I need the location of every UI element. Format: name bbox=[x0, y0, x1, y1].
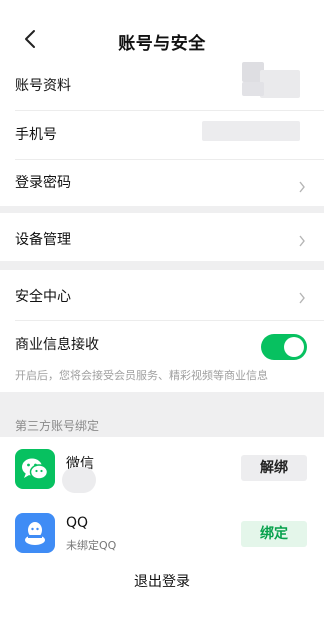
logout-row: 退出登录 bbox=[0, 565, 324, 641]
avatar-blur-2 bbox=[260, 70, 300, 98]
chevron-right-icon bbox=[298, 178, 306, 193]
login-password-row[interactable]: 登录密码 bbox=[0, 160, 324, 206]
unbind-button[interactable]: 解绑 bbox=[241, 455, 307, 481]
device-management-row[interactable]: 设备管理 bbox=[0, 213, 324, 261]
account-group: 账号资料 手机号 登录密码 bbox=[0, 62, 324, 206]
login-password-label: 登录密码 bbox=[15, 175, 71, 191]
qq-bind-row: QQ 未绑定QQ 绑定 bbox=[0, 501, 324, 565]
third-party-section-title: 第三方账号绑定 bbox=[15, 419, 100, 433]
business-info-description: 开启后，您将会接受会员服务、精彩视频等商业信息 bbox=[15, 369, 268, 382]
toggle-knob bbox=[284, 337, 304, 357]
header: 账号与安全 bbox=[0, 0, 324, 74]
security-center-label: 安全中心 bbox=[15, 289, 71, 305]
wechat-icon bbox=[15, 449, 55, 489]
avatar-blur-3 bbox=[242, 82, 264, 96]
security-group: 安全中心 商业信息接收 开启后，您将会接受会员服务、精彩视频等商业信息 bbox=[0, 270, 324, 392]
wechat-bind-row: 微信 解绑 bbox=[0, 437, 324, 501]
phone-number-blur bbox=[202, 121, 300, 141]
business-info-toggle[interactable] bbox=[261, 334, 307, 360]
chevron-right-icon bbox=[298, 289, 306, 304]
qq-icon bbox=[15, 513, 55, 553]
account-security-screen: 账号与安全 账号资料 手机号 登录密码 设备管理 安全中心 商业信息接收 开启后… bbox=[0, 0, 324, 641]
qq-name: QQ bbox=[66, 515, 89, 531]
business-info-label: 商业信息接收 bbox=[15, 337, 99, 353]
logout-button[interactable]: 退出登录 bbox=[0, 571, 324, 591]
security-center-row[interactable]: 安全中心 bbox=[0, 270, 324, 320]
phone-label: 手机号 bbox=[15, 127, 57, 143]
phone-row[interactable]: 手机号 bbox=[0, 111, 324, 159]
page-title: 账号与安全 bbox=[118, 34, 206, 54]
bind-button[interactable]: 绑定 bbox=[241, 521, 307, 547]
wechat-nickname-blur bbox=[62, 467, 96, 493]
chevron-right-icon bbox=[298, 232, 306, 247]
qq-status: 未绑定QQ bbox=[66, 539, 117, 552]
divider bbox=[15, 320, 324, 321]
account-profile-label: 账号资料 bbox=[15, 78, 71, 94]
device-management-label: 设备管理 bbox=[15, 232, 71, 248]
account-profile-row[interactable]: 账号资料 bbox=[0, 62, 324, 108]
